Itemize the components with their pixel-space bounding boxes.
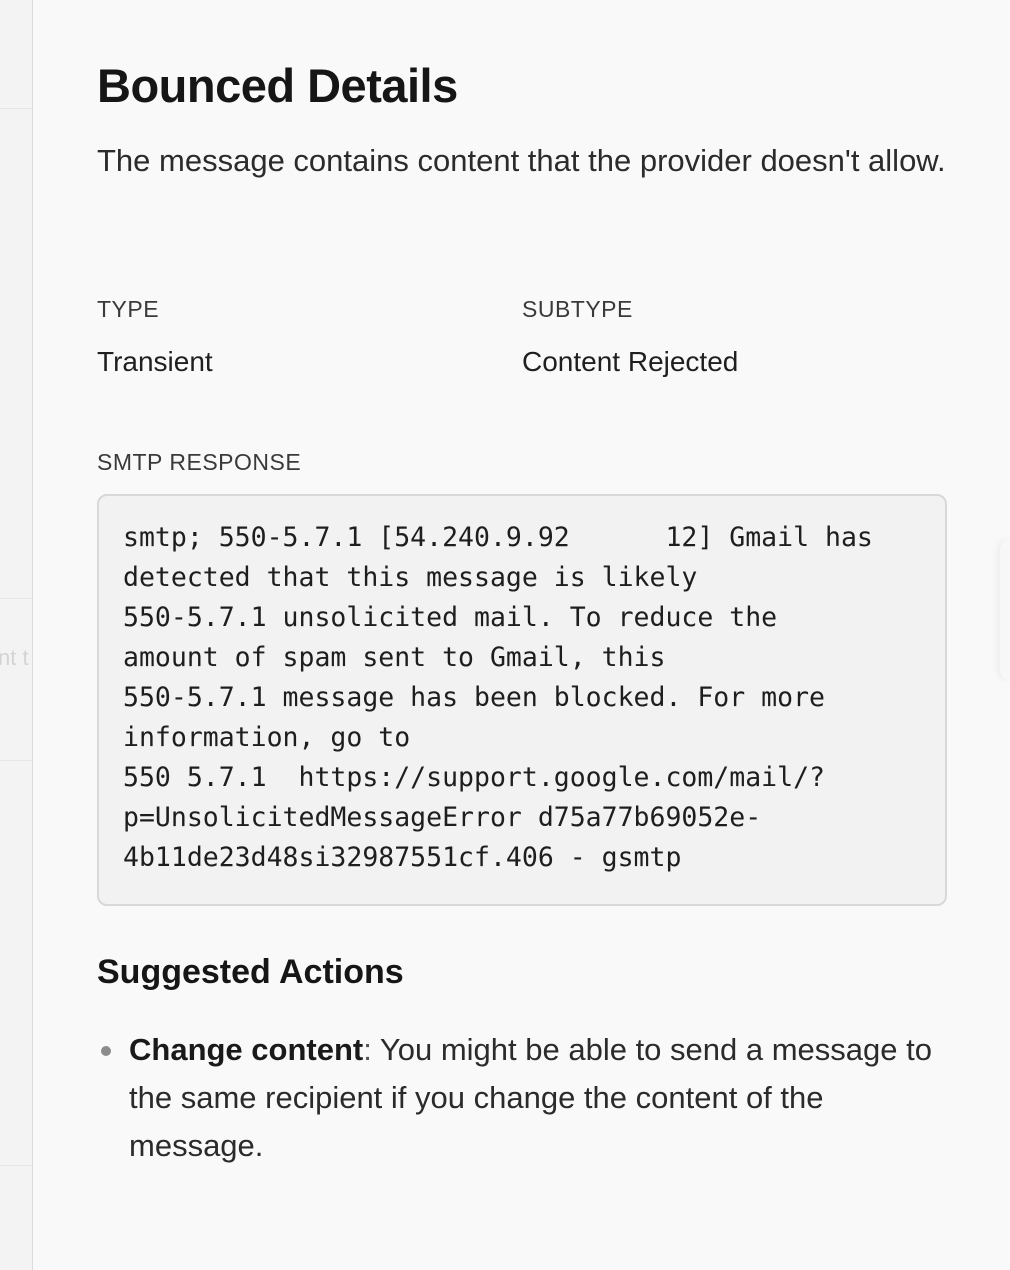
- smtp-response-text: smtp; 550-5.7.1 [54.240.9.92 12] Gmail h…: [123, 522, 873, 873]
- suggested-actions-list: Change content: You might be able to sen…: [97, 1026, 947, 1170]
- background-divider: [0, 598, 32, 599]
- list-item: Change content: You might be able to sen…: [97, 1026, 947, 1170]
- background-page: nt t: [0, 0, 32, 1270]
- bounce-description: The message contains content that the pr…: [97, 143, 946, 178]
- background-divider: [0, 108, 32, 109]
- background-faded-text: nt t: [0, 645, 29, 670]
- action-title: Change content: [129, 1032, 364, 1067]
- smtp-response-label: SMTP RESPONSE: [97, 449, 302, 475]
- subtype-value: Content Rejected: [522, 346, 739, 377]
- bounced-details-panel: Bounced Details The message contains con…: [32, 0, 1010, 1270]
- action-separator: :: [363, 1032, 372, 1067]
- smtp-response-box: smtp; 550-5.7.1 [54.240.9.92 12] Gmail h…: [97, 494, 947, 906]
- subtype-label: SUBTYPE: [522, 296, 633, 322]
- adjacent-card-edge: [1000, 540, 1010, 680]
- background-divider: [0, 760, 32, 761]
- suggested-actions-heading: Suggested Actions: [97, 953, 404, 991]
- panel-title: Bounced Details: [97, 59, 458, 112]
- type-value: Transient: [97, 346, 213, 377]
- background-divider: [0, 1165, 32, 1166]
- bullet-icon: [101, 1046, 111, 1056]
- type-label: TYPE: [97, 296, 160, 322]
